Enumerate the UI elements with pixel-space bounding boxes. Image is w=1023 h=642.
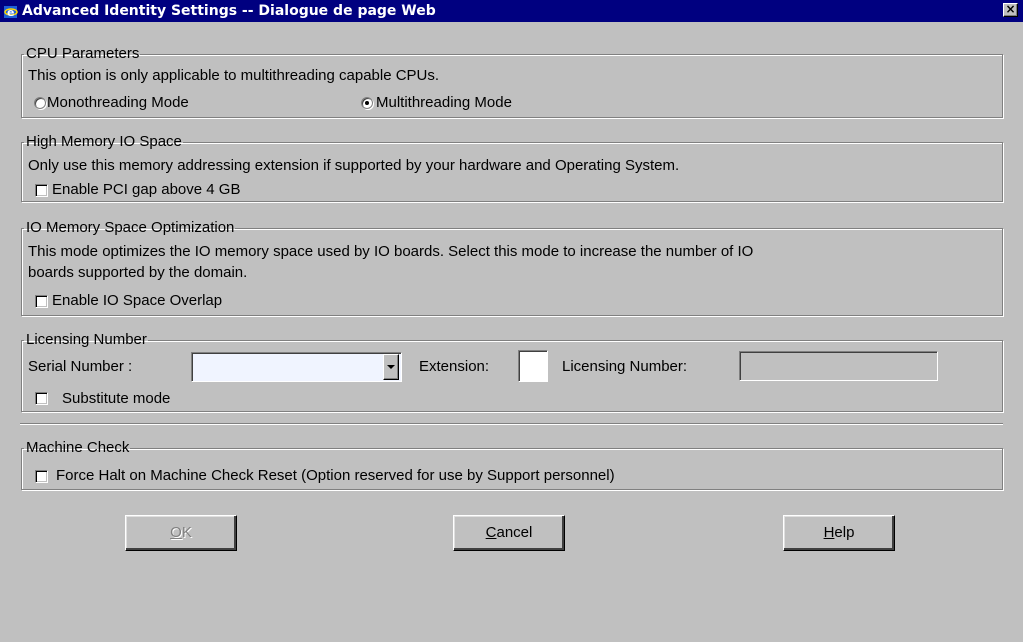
cancel-button-label: ancel [496,524,533,541]
licensing-legend: Licensing Number [26,331,147,348]
io-optimization-legend: IO Memory Space Optimization [26,219,235,236]
title-bar: e Advanced Identity Settings -- Dialogue… [0,0,1023,22]
licensing-number-label: Licensing Number: [562,358,688,375]
io-space-overlap-label[interactable]: Enable IO Space Overlap [52,292,222,310]
io-space-overlap-checkbox[interactable] [35,295,48,308]
io-optimization-description-line2: boards supported by the domain. [28,264,248,281]
cpu-parameters-legend: CPU Parameters [26,45,140,62]
extension-label: Extension: [419,358,490,375]
io-optimization-description-line1: This mode optimizes the IO memory space … [28,243,754,260]
pci-gap-checkbox[interactable] [35,184,48,197]
ok-button-label: K [181,524,192,541]
pci-gap-label[interactable]: Enable PCI gap above 4 GB [52,181,240,199]
svg-text:e: e [7,6,14,19]
help-button-mnemonic: H [823,524,835,541]
dropdown-arrow-icon[interactable] [383,354,399,380]
close-icon[interactable]: × [1003,3,1018,17]
multithreading-label[interactable]: Multithreading Mode [376,94,512,112]
ie-app-icon: e [4,6,18,19]
cancel-button[interactable]: Cancel [453,515,565,551]
monothreading-label[interactable]: Monothreading Mode [47,94,189,112]
force-halt-checkbox[interactable] [35,470,48,483]
help-button-label: elp [834,524,855,541]
cancel-button-mnemonic: C [485,524,497,541]
extension-input[interactable] [518,350,548,382]
multithreading-radio[interactable] [361,97,373,109]
substitute-mode-checkbox[interactable] [35,392,48,405]
licensing-number-field [739,351,938,381]
machine-check-legend: Machine Check [26,439,130,456]
ok-button[interactable]: OK [125,515,237,551]
window-title: Advanced Identity Settings -- Dialogue d… [22,3,436,19]
serial-number-dropdown[interactable] [191,352,402,382]
serial-number-label: Serial Number : [28,358,133,375]
monothreading-radio[interactable] [34,97,46,109]
high-memory-description: Only use this memory addressing extensio… [28,157,680,174]
force-halt-label[interactable]: Force Halt on Machine Check Reset (Optio… [56,467,615,485]
section-divider [20,423,1003,425]
high-memory-legend: High Memory IO Space [26,133,182,150]
cpu-description: This option is only applicable to multit… [28,67,440,84]
ok-button-mnemonic: O [170,524,182,541]
help-button[interactable]: Help [783,515,895,551]
substitute-mode-label[interactable]: Substitute mode [62,390,170,408]
